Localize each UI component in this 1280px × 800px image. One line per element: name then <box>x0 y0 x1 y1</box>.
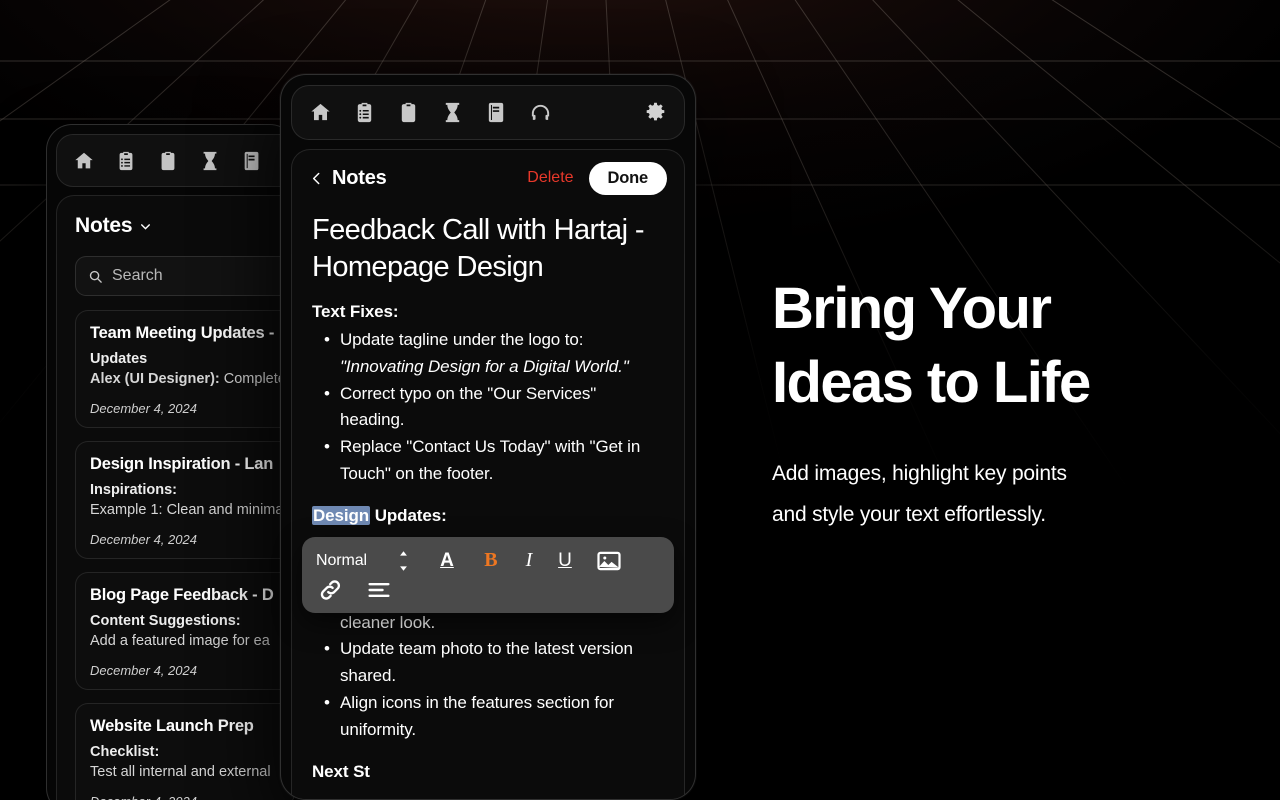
list-item-title: Design Inspiration - Lan <box>90 455 274 473</box>
home-icon[interactable] <box>73 150 95 172</box>
book-icon[interactable] <box>241 150 263 172</box>
section-bullets: Update tagline under the logo to: "Innov… <box>312 327 664 488</box>
list-item-date: December 4, 2024 <box>90 794 295 800</box>
underline-button[interactable]: U <box>550 547 580 575</box>
selected-text[interactable]: Design <box>312 506 371 526</box>
editor-nav-bar: Notes Delete Done <box>292 150 684 206</box>
clipboard-icon[interactable] <box>397 101 420 124</box>
list-item-date: December 4, 2024 <box>90 401 197 416</box>
list-item-preview: Example 1: Clean and minima <box>90 502 284 518</box>
hero-section: Bring Your Ideas to Life Add images, hig… <box>772 272 1212 536</box>
back-button[interactable]: Notes <box>309 167 387 190</box>
next-steps-heading: Next St <box>312 761 370 781</box>
hourglass-icon[interactable] <box>199 150 221 172</box>
format-toolbar-row-1: Normal A B I U <box>316 545 660 576</box>
list-item[interactable]: Website Launch Prep Checklist: Test all … <box>75 703 295 800</box>
note-document[interactable]: Feedback Call with Hartaj - Homepage Des… <box>292 206 684 784</box>
section-heading-rest: Updates: <box>370 506 447 526</box>
italic-button[interactable]: I <box>514 547 544 575</box>
list-item-preview: Test all internal and external <box>90 764 271 780</box>
list-item[interactable]: Team Meeting Updates - Updates Alex (UI … <box>75 310 295 428</box>
bullet-item: Correct typo on the "Our Services" headi… <box>312 381 664 435</box>
headphones-icon[interactable] <box>529 101 552 124</box>
hero-paragraph-line-1: Add images, highlight key points <box>772 462 1067 486</box>
clipboard-list-icon[interactable] <box>353 101 376 124</box>
image-icon[interactable] <box>594 547 624 575</box>
hourglass-icon[interactable] <box>441 101 464 124</box>
list-item-title: Team Meeting Updates - <box>90 324 275 342</box>
list-panel-title[interactable]: Notes <box>75 214 295 238</box>
bullet-item: Align icons in the features section for … <box>312 690 664 744</box>
list-item-title: Blog Page Feedback - D <box>90 586 274 604</box>
clipboard-icon[interactable] <box>157 150 179 172</box>
note-editor-panel: Notes Delete Done Feedback Call with Har… <box>280 74 696 800</box>
done-button[interactable]: Done <box>588 161 667 195</box>
bold-button[interactable]: B <box>476 547 506 575</box>
bullet-item: Replace "Contact Us Today" with "Get in … <box>312 434 664 488</box>
hero-paragraph-line-2: and style your text effortlessly. <box>772 503 1046 527</box>
app-toolbar-back <box>56 134 295 187</box>
format-toolbar-row-2 <box>316 576 660 604</box>
list-item-preview: Alex (UI Designer): Complete <box>90 369 295 389</box>
app-toolbar-front <box>291 85 685 140</box>
screen: Notes Search Team Meeting Updates - Upda… <box>0 0 1280 800</box>
list-item-subtitle: Inspirations: <box>90 482 178 498</box>
search-placeholder: Search <box>112 267 163 284</box>
list-item[interactable]: Design Inspiration - Lan Inspirations: E… <box>75 441 295 559</box>
list-item-preview-text: Complete <box>219 371 286 387</box>
clipboard-list-icon[interactable] <box>115 150 137 172</box>
link-icon[interactable] <box>316 576 346 604</box>
list-item-date: December 4, 2024 <box>90 532 197 547</box>
format-toolbar: Normal A B I U <box>302 537 674 613</box>
list-item-subtitle: Checklist: <box>90 744 160 760</box>
search-input[interactable]: Search <box>75 256 295 296</box>
list-panel-title-label: Notes <box>75 214 133 237</box>
list-item-subtitle: Updates <box>90 351 148 367</box>
gear-icon[interactable] <box>644 101 667 124</box>
bullet-item: Update tagline under the logo to: "Innov… <box>312 327 664 381</box>
hero-heading-line-1: Bring Your <box>772 276 1052 341</box>
list-item-title: Website Launch Prep <box>90 717 254 735</box>
note-title[interactable]: Feedback Call with Hartaj - Homepage Des… <box>312 212 664 286</box>
home-icon[interactable] <box>309 101 332 124</box>
notes-list-body: Notes Search Team Meeting Updates - Upda… <box>56 195 295 800</box>
chevron-down-icon[interactable] <box>139 220 152 233</box>
list-item[interactable]: Blog Page Feedback - D Content Suggestio… <box>75 572 295 690</box>
align-left-icon[interactable] <box>364 576 394 604</box>
book-icon[interactable] <box>485 101 508 124</box>
section-heading-design: Design Updates: <box>312 504 664 529</box>
hero-heading: Bring Your Ideas to Life <box>772 272 1212 420</box>
stepper-updown-icon[interactable] <box>397 550 410 572</box>
text-color-button[interactable]: A <box>432 547 462 575</box>
paragraph-style-label[interactable]: Normal <box>316 552 367 570</box>
section-heading: Text Fixes: <box>312 302 399 322</box>
back-button-label: Notes <box>332 166 387 189</box>
bullet-item: Update team photo to the latest version … <box>312 636 664 690</box>
bullet-quote: "Innovating Design for a Digital World." <box>340 356 629 376</box>
list-item-date: December 4, 2024 <box>90 663 197 678</box>
delete-button[interactable]: Delete <box>527 169 573 187</box>
hero-heading-line-2: Ideas to Life <box>772 350 1091 416</box>
list-item-subtitle: Content Suggestions: <box>90 613 241 629</box>
chevron-left-icon <box>312 172 320 184</box>
list-item-preview: Add a featured image for ea <box>90 633 270 649</box>
list-item-preview-bold: Alex (UI Designer): <box>90 371 220 387</box>
hero-paragraph: Add images, highlight key points and sty… <box>772 454 1212 536</box>
note-editor-body: Notes Delete Done Feedback Call with Har… <box>291 149 685 799</box>
bullet-text: Update tagline under the logo to: <box>340 329 584 349</box>
search-icon <box>89 270 102 283</box>
notes-list-panel: Notes Search Team Meeting Updates - Upda… <box>46 124 296 800</box>
